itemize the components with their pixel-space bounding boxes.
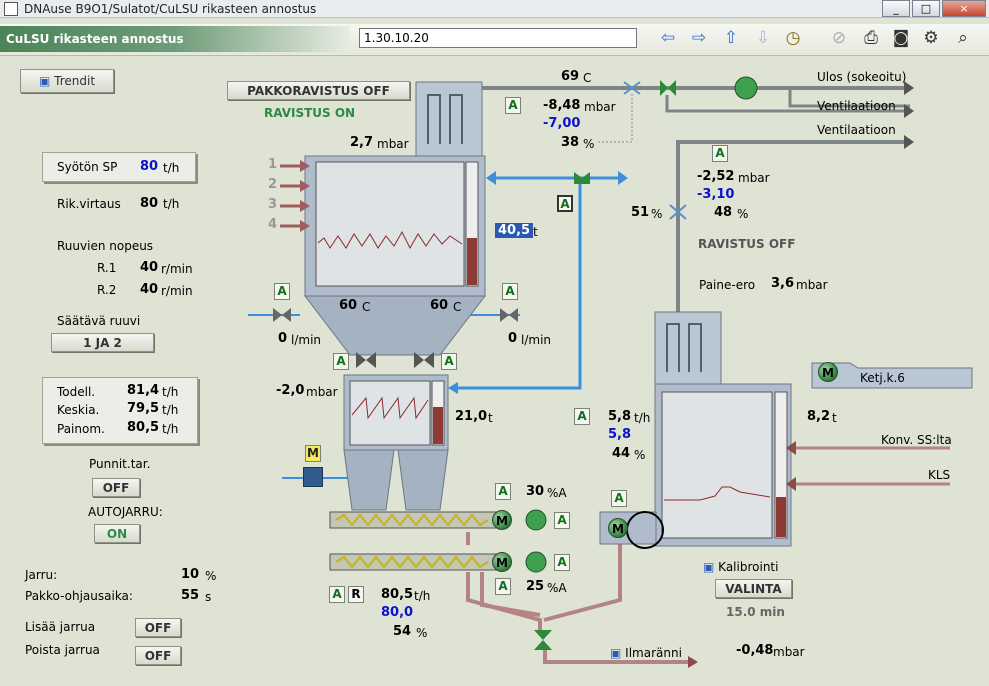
ravistus-off-status: RAVISTUS OFF — [698, 237, 796, 251]
motor-ketju[interactable]: M — [818, 362, 838, 382]
top-pressure-unit: mbar — [377, 137, 409, 151]
flow-left-unit: l/min — [291, 333, 322, 347]
p2-value: -2,52 — [697, 169, 735, 184]
top-pressure-value: 2,7 — [350, 135, 374, 150]
gate-valve[interactable] — [303, 467, 323, 487]
temp-right-value: 60 — [430, 298, 449, 313]
fan-top — [734, 76, 758, 100]
auto-button-p1[interactable]: A — [505, 97, 521, 114]
screw2-pct-unit: %A — [547, 581, 567, 595]
silo-level-bar — [467, 238, 477, 285]
auto-button-fan-1[interactable]: A — [554, 512, 570, 529]
paine-ero-value: 3,6 — [771, 276, 795, 291]
hopper-weight-value: 21,0 — [455, 409, 488, 424]
bin-level-bar — [776, 497, 786, 537]
out-flow-value: 80,5 — [381, 587, 414, 602]
p1-pct-unit: % — [583, 137, 595, 151]
motor-screw-2[interactable]: M — [492, 552, 512, 572]
auto-button-screw-2[interactable]: A — [495, 578, 511, 595]
valinta-time: 15.0 min — [726, 605, 785, 619]
p1-unit: mbar — [584, 100, 616, 114]
p1-value: -8,48 — [543, 98, 581, 113]
temp-left-unit: C — [362, 300, 371, 314]
vent1-label: Ventilaatioon — [817, 99, 896, 113]
auto-button-screw-1[interactable]: A — [495, 483, 511, 500]
flow-left-value: 0 — [278, 331, 288, 346]
silo-weight-unit: t — [533, 225, 538, 239]
remote-button-out[interactable]: R — [348, 586, 364, 603]
motor-bin[interactable]: M — [608, 518, 628, 538]
auto-button-out[interactable]: A — [329, 586, 345, 603]
vent2-label: Ventilaatioon — [817, 123, 896, 137]
bin-weight-value: 8,2 — [807, 409, 831, 424]
auto-button-bin-motor[interactable]: A — [611, 490, 627, 507]
screw1-pct-unit: %A — [547, 486, 567, 500]
out-pct-value: 54 — [393, 624, 412, 639]
kls-label: KLS — [928, 468, 951, 482]
valve2-pct-unit: % — [651, 207, 663, 221]
out-sp-value: 80,0 — [381, 605, 414, 620]
temp-left-value: 60 — [339, 298, 358, 313]
p1-pct-value: 38 — [561, 135, 580, 150]
auto-button-bin[interactable]: A — [574, 408, 590, 425]
ilma-icon: ▣ — [610, 646, 622, 660]
bin-pct-unit: % — [634, 448, 646, 462]
bin-pct-value: 44 — [612, 446, 631, 461]
paine-ero-unit: mbar — [796, 278, 828, 292]
auto-button-left-air[interactable]: A — [274, 283, 290, 300]
p2-pct-unit: % — [737, 207, 749, 221]
hopper-weight-unit: t — [488, 411, 493, 425]
valve-green-top — [668, 80, 676, 96]
p2-pct-value: 48 — [714, 205, 733, 220]
flow-right-value: 0 — [508, 331, 518, 346]
ulos-label: Ulos (sokeoitu) — [817, 70, 907, 84]
temp-right-unit: C — [453, 300, 462, 314]
bin-weight-unit: t — [832, 411, 837, 425]
valve-ilma — [534, 640, 552, 650]
ketju-label: Ketj.k.6 — [860, 371, 905, 385]
vent2-arrow — [904, 135, 914, 149]
out-flow-unit: t/h — [414, 589, 431, 603]
out-pct-unit: % — [416, 626, 428, 640]
bin-sp-value: 5,8 — [608, 427, 632, 442]
ravistus-on-status: RAVISTUS ON — [264, 106, 356, 120]
inlet-3-label: 3 — [268, 197, 278, 212]
ilma-pressure-unit: mbar — [773, 645, 805, 659]
auto-button-valve-right[interactable]: A — [441, 353, 457, 370]
product-pipe-2 — [543, 540, 622, 622]
p1-sp-value: -7,00 — [543, 116, 581, 131]
p2-sp-value: -3,10 — [697, 187, 735, 202]
p2-unit: mbar — [738, 171, 770, 185]
bin-flow-unit: t/h — [634, 411, 651, 425]
valinta-button[interactable]: VALINTA — [715, 579, 792, 598]
kalibrointi-label[interactable]: ▣ Kalibrointi — [703, 560, 778, 574]
hopper-level-bar — [433, 407, 443, 444]
paine-ero-label: Paine-ero — [699, 278, 756, 292]
flow-right-unit: l/min — [521, 333, 552, 347]
ilma-label[interactable]: ▣ Ilmaränni — [610, 646, 682, 660]
kalibrointi-icon: ▣ — [703, 560, 715, 574]
auto-button-fan-2[interactable]: A — [554, 554, 570, 571]
manual-button-gate[interactable]: M — [305, 445, 321, 462]
konv-label: Konv. SS:lta — [881, 433, 952, 447]
inlet-4-label: 4 — [268, 217, 278, 232]
valve2-pct-value: 51 — [631, 205, 650, 220]
auto-button-p2[interactable]: A — [712, 145, 728, 162]
auto-button-air-valve[interactable]: A — [557, 195, 573, 212]
pakko-ravistus-button[interactable]: PAKKORAVISTUS OFF — [227, 81, 410, 100]
hopper-pressure-value: -2,0 — [276, 383, 305, 398]
bin-flow-value: 5,8 — [608, 409, 632, 424]
inlet-1-label: 1 — [268, 157, 278, 172]
silo-weight-value[interactable]: 40,5 — [495, 223, 534, 238]
temp-top-value: 69 — [561, 69, 580, 84]
screw1-pct-value: 30 — [526, 484, 545, 499]
motor-screw-1[interactable]: M — [492, 510, 512, 530]
ilma-pressure-value: -0,48 — [736, 643, 774, 658]
temp-top-unit: C — [583, 71, 592, 85]
auto-button-valve-left[interactable]: A — [333, 353, 349, 370]
screw2-pct-value: 25 — [526, 579, 545, 594]
inlet-2-label: 2 — [268, 177, 278, 192]
hopper-pressure-unit: mbar — [306, 385, 338, 399]
auto-button-right-air[interactable]: A — [502, 283, 518, 300]
